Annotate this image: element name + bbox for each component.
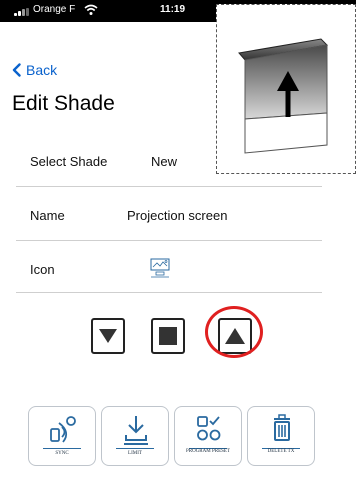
name-label: Name (30, 208, 65, 223)
back-label: Back (26, 62, 58, 78)
row-divider (16, 186, 322, 187)
wifi-icon (84, 4, 98, 15)
chevron-left-icon (12, 63, 21, 77)
limit-button[interactable]: LIMIT (101, 406, 169, 466)
tile-underline (43, 448, 81, 449)
down-triangle-icon (99, 329, 117, 343)
icon-label: Icon (30, 262, 55, 277)
row-divider (16, 292, 322, 293)
shade-illustration (216, 4, 356, 174)
stop-square-icon (159, 327, 177, 345)
select-shade-label: Select Shade (30, 154, 108, 169)
program-preset-label: PROGRAM PRESET (185, 449, 231, 454)
tile-underline (116, 448, 154, 449)
page-title: Edit Shade (12, 92, 115, 115)
sync-label: SYNC (55, 451, 69, 456)
move-down-button[interactable] (91, 318, 125, 354)
projector-shade-icon[interactable] (149, 257, 171, 279)
highlight-circle (205, 306, 263, 358)
signal-strength-icon (14, 8, 31, 16)
stop-button[interactable] (151, 318, 185, 354)
sync-button[interactable]: SYNC (28, 406, 96, 466)
limit-download-icon (124, 416, 148, 445)
carrier-name: Orange F (33, 4, 76, 15)
name-value[interactable]: Projection screen (127, 208, 227, 223)
limit-label: LIMIT (128, 451, 142, 456)
status-time: 11:19 (160, 4, 186, 15)
program-preset-button[interactable]: PROGRAM PRESET (174, 406, 242, 466)
program-preset-icon (197, 416, 221, 441)
trash-icon (274, 414, 290, 441)
back-button[interactable]: Back (12, 62, 57, 78)
row-divider (16, 240, 322, 241)
sync-signal-icon (50, 416, 76, 443)
delete-tx-label: DELETE TX (267, 449, 295, 454)
delete-tx-button[interactable]: DELETE TX (247, 406, 315, 466)
select-shade-value[interactable]: New (151, 154, 177, 169)
projection-screen-up-arrow-icon (238, 38, 329, 154)
